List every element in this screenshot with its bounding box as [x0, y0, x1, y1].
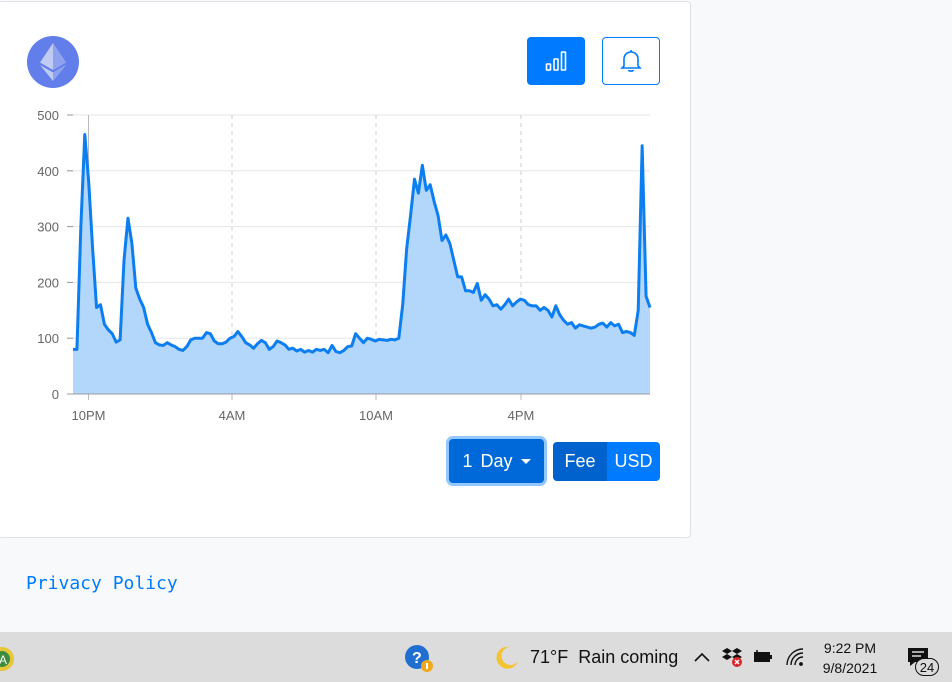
wifi-icon[interactable] — [784, 646, 806, 668]
y-tick-label: 300 — [37, 220, 59, 235]
y-tick-label: 400 — [37, 164, 59, 179]
fee-area — [73, 134, 650, 394]
ethereum-logo-icon — [27, 36, 79, 88]
x-tick-label: 4PM — [508, 408, 535, 423]
x-tick-label: 4AM — [219, 408, 246, 423]
y-tick-label: 0 — [52, 387, 59, 402]
moon-icon — [494, 644, 520, 670]
currency-toggle: Fee USD — [553, 442, 660, 481]
chart-card: 0 100 200 300 400 500 10PM 4AM 10AM 4PM 1 Day Fee… — [0, 1, 691, 538]
svg-text:?: ? — [412, 650, 422, 667]
fee-toggle-button[interactable]: Fee — [553, 442, 607, 481]
y-tick-label: 100 — [37, 331, 59, 346]
privacy-policy-link[interactable]: Privacy Policy — [26, 573, 178, 594]
fee-chart: 0 100 200 300 400 500 10PM 4AM 10AM 4PM — [37, 108, 652, 423]
weather-temp: 71°F — [530, 647, 569, 667]
x-tick-label: 10AM — [359, 408, 393, 423]
weather-widget[interactable]: 71°F Rain coming — [530, 647, 678, 668]
clock-time: 9:22 PM — [823, 640, 877, 656]
taskbar: A ? 71°F Rain coming 9:22 PM 9/8/2021 — [0, 632, 952, 682]
notification-count: 24 — [915, 658, 939, 676]
bell-icon — [620, 50, 642, 72]
svg-text:A: A — [0, 653, 7, 667]
chart-view-button[interactable] — [527, 37, 585, 85]
alert-button[interactable] — [602, 37, 660, 85]
bar-chart-icon — [545, 51, 567, 71]
fee-series-line — [73, 133, 652, 355]
usd-toggle-button[interactable]: USD — [607, 442, 660, 481]
y-tick-label: 500 — [37, 108, 59, 123]
range-value: 1 — [462, 450, 473, 471]
app-icon[interactable]: A — [0, 642, 18, 672]
dropbox-icon[interactable] — [722, 646, 744, 668]
battery-icon[interactable] — [752, 648, 774, 666]
chevron-up-icon[interactable] — [692, 648, 712, 666]
clock[interactable]: 9:22 PM 9/8/2021 — [810, 638, 890, 678]
clock-date: 9/8/2021 — [822, 660, 878, 676]
range-dropdown-button[interactable]: 1 Day — [449, 439, 544, 483]
caret-down-icon — [520, 458, 531, 464]
range-unit: Day — [480, 450, 513, 471]
x-tick-label: 10PM — [72, 408, 106, 423]
y-tick-label: 200 — [37, 275, 59, 290]
help-icon[interactable]: ? — [404, 644, 434, 674]
weather-text: Rain coming — [578, 647, 679, 667]
